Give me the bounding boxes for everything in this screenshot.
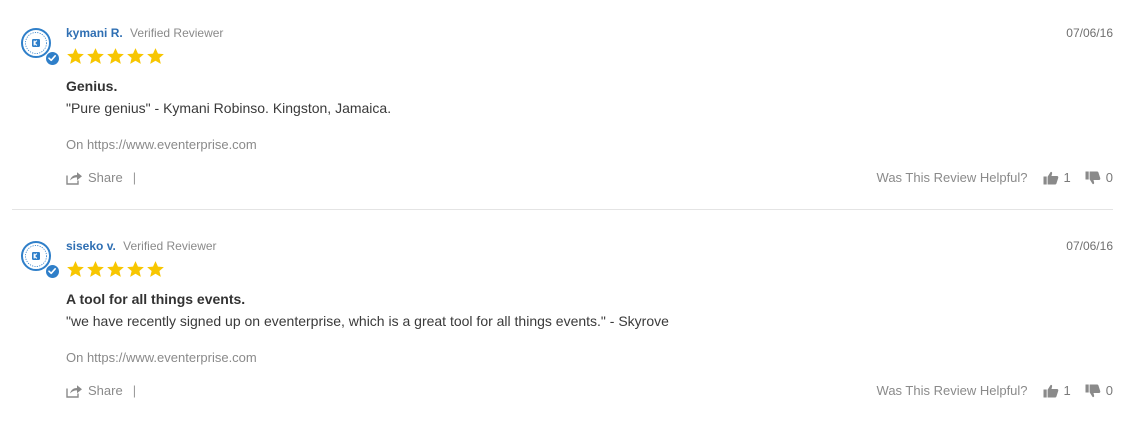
reviewer-line: siseko v. Verified Reviewer [66, 239, 217, 253]
thumbs-up-icon [1043, 384, 1058, 397]
helpful-label: Was This Review Helpful? [876, 170, 1028, 185]
vote-down-button[interactable]: 0 [1085, 383, 1113, 398]
vote-down-button[interactable]: 0 [1085, 170, 1113, 185]
star-icon [87, 261, 104, 277]
verified-reviewer-seal-icon [25, 245, 47, 267]
vote-down-count: 0 [1105, 383, 1113, 398]
star-icon [67, 48, 84, 64]
review-date: 07/06/16 [1066, 26, 1113, 40]
helpful-vote-bar: Was This Review Helpful? 1 0 [877, 170, 1113, 185]
verified-reviewer-seal-icon [25, 32, 47, 54]
vote-down-count: 0 [1105, 170, 1113, 185]
review-item: siseko v. Verified Reviewer 07/06/16 A t… [12, 223, 1113, 421]
reviewer-name: siseko v. [66, 239, 116, 253]
share-separator: | [132, 383, 137, 398]
verified-reviewer-label: Verified Reviewer [123, 239, 217, 253]
thumbs-down-icon [1085, 171, 1101, 184]
review-source: On https://www.eventerprise.com [66, 350, 257, 365]
thumbs-down-icon [1085, 384, 1101, 397]
verified-check-badge [45, 51, 60, 66]
star-rating [66, 260, 165, 280]
share-button[interactable]: Share | [66, 383, 136, 398]
star-icon [67, 261, 84, 277]
star-icon [127, 48, 144, 64]
review-title: Genius. [66, 78, 118, 94]
review-title: A tool for all things events. [66, 291, 246, 307]
review-divider [12, 209, 1113, 210]
checkmark-icon [48, 268, 56, 275]
helpful-vote-bar: Was This Review Helpful? 1 0 [877, 383, 1113, 398]
checkmark-icon [48, 55, 56, 62]
reviewer-name: kymani R. [66, 26, 123, 40]
star-icon [147, 48, 164, 64]
helpful-label: Was This Review Helpful? [876, 383, 1028, 398]
share-button[interactable]: Share | [66, 170, 136, 185]
vote-up-count: 1 [1063, 170, 1071, 185]
vote-up-button[interactable]: 1 [1043, 170, 1071, 185]
share-label: Share [88, 383, 123, 398]
review-source: On https://www.eventerprise.com [66, 137, 257, 152]
review-date: 07/06/16 [1066, 239, 1113, 253]
share-separator: | [132, 170, 137, 185]
star-icon [127, 261, 144, 277]
star-icon [87, 48, 104, 64]
share-label: Share [88, 170, 123, 185]
star-icon [107, 48, 124, 64]
reviews-list: kymani R. Verified Reviewer 07/06/16 Gen… [0, 0, 1145, 421]
review-body: "we have recently signed up on eventerpr… [66, 313, 669, 329]
reviewer-line: kymani R. Verified Reviewer [66, 26, 223, 40]
verified-check-badge [45, 264, 60, 279]
star-rating [66, 47, 165, 67]
review-body: "Pure genius" - Kymani Robinso. Kingston… [66, 100, 392, 116]
share-icon [66, 171, 82, 185]
review-item: kymani R. Verified Reviewer 07/06/16 Gen… [12, 10, 1113, 210]
verified-reviewer-label: Verified Reviewer [130, 26, 224, 40]
vote-up-button[interactable]: 1 [1043, 383, 1071, 398]
star-icon [107, 261, 124, 277]
vote-up-count: 1 [1063, 383, 1071, 398]
thumbs-up-icon [1043, 171, 1058, 184]
share-icon [66, 384, 82, 398]
star-icon [147, 261, 164, 277]
